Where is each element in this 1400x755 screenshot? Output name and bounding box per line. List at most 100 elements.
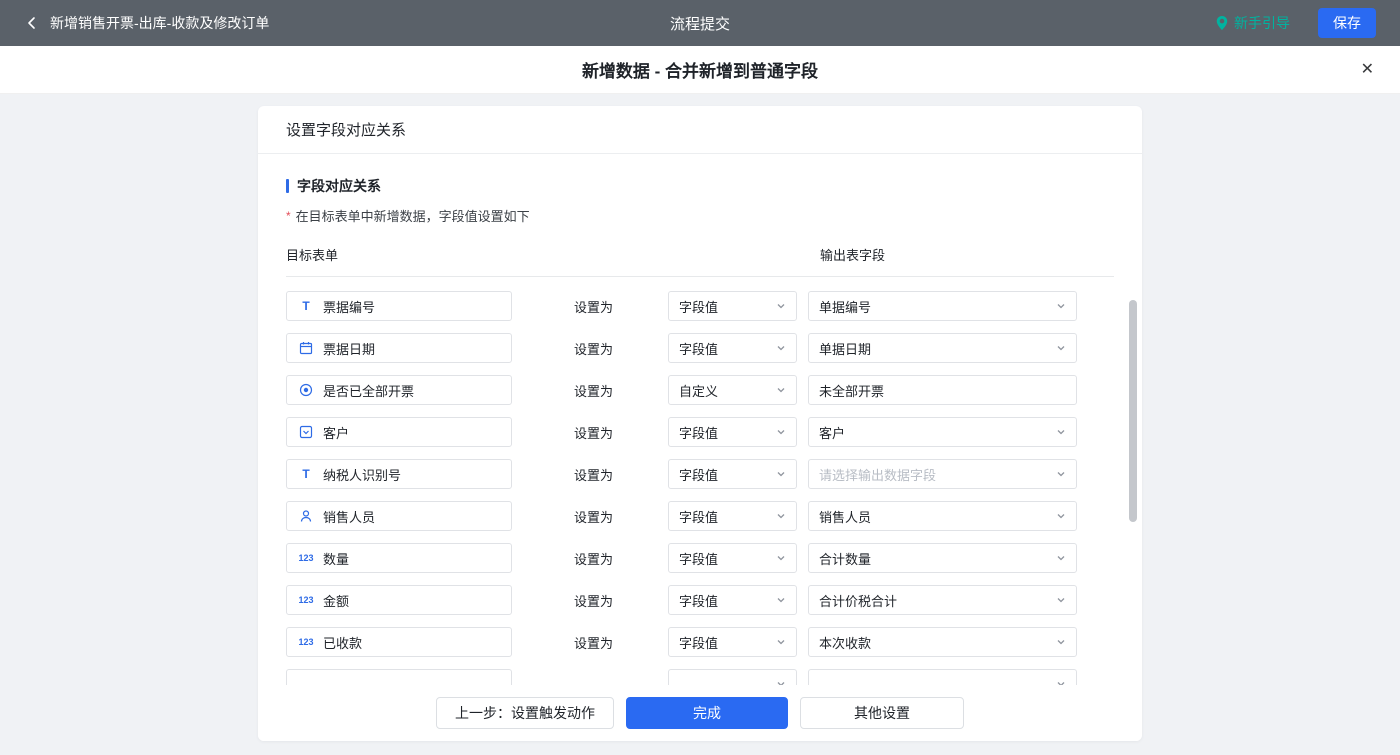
text-field-icon: T [302, 467, 310, 481]
chevron-down-icon [777, 388, 785, 393]
section-accent-bar [286, 179, 289, 193]
value-mode-select[interactable]: 字段值 [668, 459, 797, 489]
topbar: 新增销售开票-出库-收款及修改订单 流程提交 新手引导 保存 [0, 0, 1400, 46]
value-mode-select[interactable]: 字段值 [668, 627, 797, 657]
value-mode-select[interactable]: 字段值 [668, 543, 797, 573]
column-output-fields: 输出表字段 [820, 248, 886, 263]
output-field-select[interactable]: 请选择输出数据字段 [808, 459, 1077, 489]
target-field-label: 纳税人识别号 [323, 467, 402, 483]
output-field-select[interactable]: 合计数量 [808, 543, 1077, 573]
chevron-down-icon [777, 598, 785, 603]
set-as-label: 设置为 [574, 467, 614, 483]
value-mode-select[interactable]: 字段值 [668, 585, 797, 615]
number-field-icon: 123 [298, 637, 314, 647]
chevron-down-icon [777, 640, 785, 645]
other-settings-button[interactable]: 其他设置 [800, 697, 964, 729]
output-field-label: 客户 [819, 425, 846, 441]
chevron-down-icon [777, 346, 785, 351]
mapping-row [286, 669, 1114, 685]
beginner-guide-button[interactable]: 新手引导 [1215, 13, 1290, 33]
chevron-down-icon [777, 304, 785, 309]
target-field [286, 669, 512, 685]
output-value-text: 未全部开票 [819, 383, 885, 399]
chevron-down-icon [777, 556, 785, 561]
chevron-down-icon [1057, 598, 1065, 603]
value-mode-select[interactable]: 字段值 [668, 291, 797, 321]
chevron-down-icon [777, 472, 785, 477]
value-mode-label: 自定义 [679, 383, 719, 399]
output-field-select[interactable]: 销售人员 [808, 501, 1077, 531]
value-mode-select[interactable]: 自定义 [668, 375, 797, 405]
chevron-down-icon [1057, 514, 1065, 519]
chevron-down-icon [1057, 640, 1065, 645]
set-as-label: 设置为 [574, 635, 614, 651]
value-mode-label: 字段值 [679, 299, 719, 315]
value-mode-select[interactable] [668, 669, 797, 685]
mapping-row: 客户 设置为 字段值 客户 [286, 417, 1114, 447]
output-field-label: 销售人员 [819, 509, 872, 525]
modal-content: 设置字段对应关系 字段对应关系 * 在目标表单中新增数据，字段值设置如下 目标表… [0, 94, 1400, 755]
value-mode-label: 字段值 [679, 593, 719, 609]
select-field-icon [297, 425, 315, 439]
set-as-label: 设置为 [574, 299, 614, 315]
value-mode-select[interactable]: 字段值 [668, 501, 797, 531]
target-field-label: 票据日期 [323, 341, 376, 357]
modal-titlebar: 新增数据 - 合并新增到普通字段 ✕ [0, 46, 1400, 94]
set-as-label: 设置为 [574, 341, 614, 357]
target-field-label: 销售人员 [323, 509, 376, 525]
set-as-label: 设置为 [574, 551, 614, 567]
scrollbar-thumb[interactable] [1129, 300, 1137, 522]
mapping-row: T 纳税人识别号 设置为 字段值 请选择输出数据字段 [286, 459, 1114, 489]
mapping-row: T 票据编号 设置为 字段值 单据编号 [286, 291, 1114, 321]
chevron-down-icon [1057, 346, 1065, 351]
mapping-row: 是否已全部开票 设置为 自定义 未全部开票 [286, 375, 1114, 405]
set-as-label: 设置为 [574, 383, 614, 399]
output-value-input[interactable]: 未全部开票 [808, 375, 1077, 405]
output-field-select[interactable] [808, 669, 1077, 685]
target-field: 销售人员 [286, 501, 512, 531]
mapping-row: 销售人员 设置为 字段值 销售人员 [286, 501, 1114, 531]
output-field-label: 本次收款 [819, 635, 872, 651]
previous-step-button[interactable]: 上一步：设置触发动作 [436, 697, 614, 729]
map-pin-icon [1216, 16, 1228, 30]
output-field-select[interactable]: 合计价税合计 [808, 585, 1077, 615]
target-field-label: 金额 [323, 593, 350, 609]
target-field: T 纳税人识别号 [286, 459, 512, 489]
output-field-select[interactable]: 单据编号 [808, 291, 1077, 321]
output-field-label: 请选择输出数据字段 [819, 467, 937, 483]
value-mode-label: 字段值 [679, 551, 719, 567]
card-body: 字段对应关系 * 在目标表单中新增数据，字段值设置如下 目标表单 输出表字段 T… [258, 154, 1142, 685]
output-field-label: 合计数量 [819, 551, 872, 567]
chevron-down-icon [1057, 430, 1065, 435]
output-field-select[interactable]: 单据日期 [808, 333, 1077, 363]
target-field-label: 数量 [323, 551, 350, 567]
user-field-icon [297, 509, 315, 523]
set-as-label: 设置为 [574, 509, 614, 525]
number-field-icon: 123 [298, 553, 314, 563]
output-field-select[interactable]: 本次收款 [808, 627, 1077, 657]
beginner-guide-label: 新手引导 [1234, 15, 1290, 31]
output-field-select[interactable]: 客户 [808, 417, 1077, 447]
back-icon[interactable] [24, 15, 40, 31]
value-mode-label: 字段值 [679, 635, 719, 651]
text-field-icon: T [302, 299, 310, 313]
done-button[interactable]: 完成 [626, 697, 788, 729]
chevron-down-icon [777, 430, 785, 435]
card-footer: 上一步：设置触发动作 完成 其他设置 [258, 685, 1142, 741]
mapping-hint: * 在目标表单中新增数据，字段值设置如下 [286, 206, 1114, 225]
mapping-row: 123 金额 设置为 字段值 合计价税合计 [286, 585, 1114, 615]
number-field-icon: 123 [298, 595, 314, 605]
output-field-label: 单据日期 [819, 341, 872, 357]
mapping-hint-text: 在目标表单中新增数据，字段值设置如下 [295, 209, 530, 224]
close-icon[interactable]: ✕ [1361, 61, 1374, 78]
target-field: 123 金额 [286, 585, 512, 615]
value-mode-select[interactable]: 字段值 [668, 333, 797, 363]
flow-step-title: 流程提交 [669, 15, 731, 33]
chevron-down-icon [1057, 556, 1065, 561]
value-mode-select[interactable]: 字段值 [668, 417, 797, 447]
mapping-row: 123 数量 设置为 字段值 合计数量 [286, 543, 1114, 573]
target-field-label: 客户 [323, 425, 350, 441]
section-title-label: 字段对应关系 [297, 178, 381, 194]
mapping-row: 123 已收款 设置为 字段值 本次收款 [286, 627, 1114, 657]
save-button[interactable]: 保存 [1318, 8, 1376, 38]
